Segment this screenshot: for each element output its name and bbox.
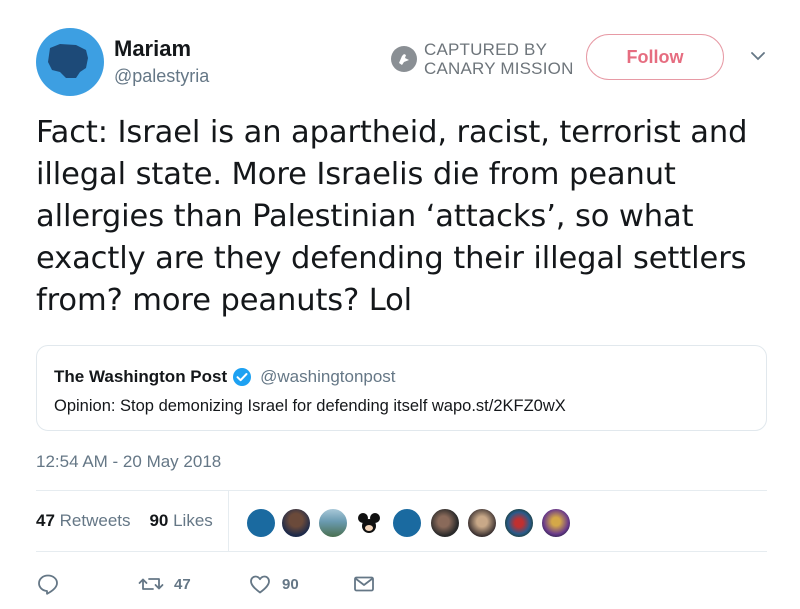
quote-text: Opinion: Stop demonizing Israel for defe… bbox=[54, 397, 566, 415]
retweet-action-count: 47 bbox=[174, 575, 191, 593]
envelope-icon bbox=[354, 576, 374, 592]
chevron-down-icon[interactable] bbox=[748, 48, 768, 64]
sudan-map-icon bbox=[48, 44, 88, 78]
like-action-count: 90 bbox=[282, 575, 299, 593]
tweet-line: from? more peanuts? Lol bbox=[36, 283, 413, 318]
tweet-line: Fact: Israel is an apartheid, racist, te… bbox=[36, 115, 748, 150]
quoted-tweet[interactable]: The Washington Post @washingtonpost Opin… bbox=[36, 345, 767, 431]
divider bbox=[228, 491, 229, 551]
quote-author-name: The Washington Post bbox=[54, 367, 228, 386]
canary-mission-badge: CAPTURED BY CANARY MISSION bbox=[391, 40, 591, 80]
canary-line-2: CANARY MISSION bbox=[424, 59, 574, 78]
reply-button[interactable] bbox=[36, 570, 60, 598]
heart-icon bbox=[250, 575, 270, 594]
liker-avatar[interactable] bbox=[540, 507, 572, 539]
reply-icon bbox=[38, 574, 58, 595]
liker-avatar[interactable] bbox=[245, 507, 277, 539]
tweet-header: Mariam @palestyria CAPTURED BY CANARY MI… bbox=[36, 28, 776, 98]
retweet-icon bbox=[138, 578, 164, 590]
liker-avatar[interactable] bbox=[280, 507, 312, 539]
like-count: 90 bbox=[149, 511, 169, 530]
follow-button[interactable]: Follow bbox=[586, 34, 724, 80]
tweet-timestamp[interactable]: 12:54 AM - 20 May 2018 bbox=[36, 452, 221, 472]
like-button[interactable]: 90 bbox=[248, 570, 299, 598]
quote-header: The Washington Post @washingtonpost bbox=[54, 367, 396, 387]
retweets-stat[interactable]: 47 Retweets bbox=[36, 511, 131, 530]
mickey-icon bbox=[358, 513, 380, 533]
canary-badge-text: CAPTURED BY CANARY MISSION bbox=[424, 40, 574, 78]
verified-badge-icon bbox=[233, 368, 252, 386]
tweet-line: exactly are they defending their illegal… bbox=[36, 241, 747, 276]
liker-avatar[interactable] bbox=[391, 507, 423, 539]
tweet-text: Fact: Israel is an apartheid, racist, te… bbox=[36, 112, 776, 322]
liker-avatar[interactable] bbox=[429, 507, 461, 539]
author-name[interactable]: Mariam bbox=[114, 36, 191, 62]
tweet-line: illegal state. More Israelis die from pe… bbox=[36, 157, 676, 192]
tweet-line: allergies than Palestinian ‘attacks’, so… bbox=[36, 199, 694, 234]
retweet-button[interactable]: 47 bbox=[138, 570, 191, 598]
liker-avatar[interactable] bbox=[317, 507, 349, 539]
retweets-label: Retweets bbox=[59, 511, 131, 530]
likes-stat[interactable]: 90 Likes bbox=[149, 511, 212, 530]
liker-avatar[interactable] bbox=[503, 507, 535, 539]
tweet-stats: 47 Retweets 90 Likes bbox=[36, 511, 213, 531]
liker-avatar[interactable] bbox=[353, 507, 385, 539]
tweet-actions: 47 90 bbox=[36, 570, 436, 600]
avatar[interactable] bbox=[36, 28, 104, 96]
likes-label: Likes bbox=[173, 511, 213, 530]
canary-bird-icon bbox=[391, 46, 417, 72]
direct-message-button[interactable] bbox=[352, 570, 376, 598]
liker-avatar[interactable] bbox=[466, 507, 498, 539]
divider bbox=[36, 551, 767, 552]
retweet-count: 47 bbox=[36, 511, 55, 530]
divider bbox=[36, 490, 767, 491]
quote-author-handle: @washingtonpost bbox=[260, 367, 396, 386]
author-handle[interactable]: @palestyria bbox=[114, 66, 209, 87]
canary-line-1: CAPTURED BY bbox=[424, 40, 548, 59]
